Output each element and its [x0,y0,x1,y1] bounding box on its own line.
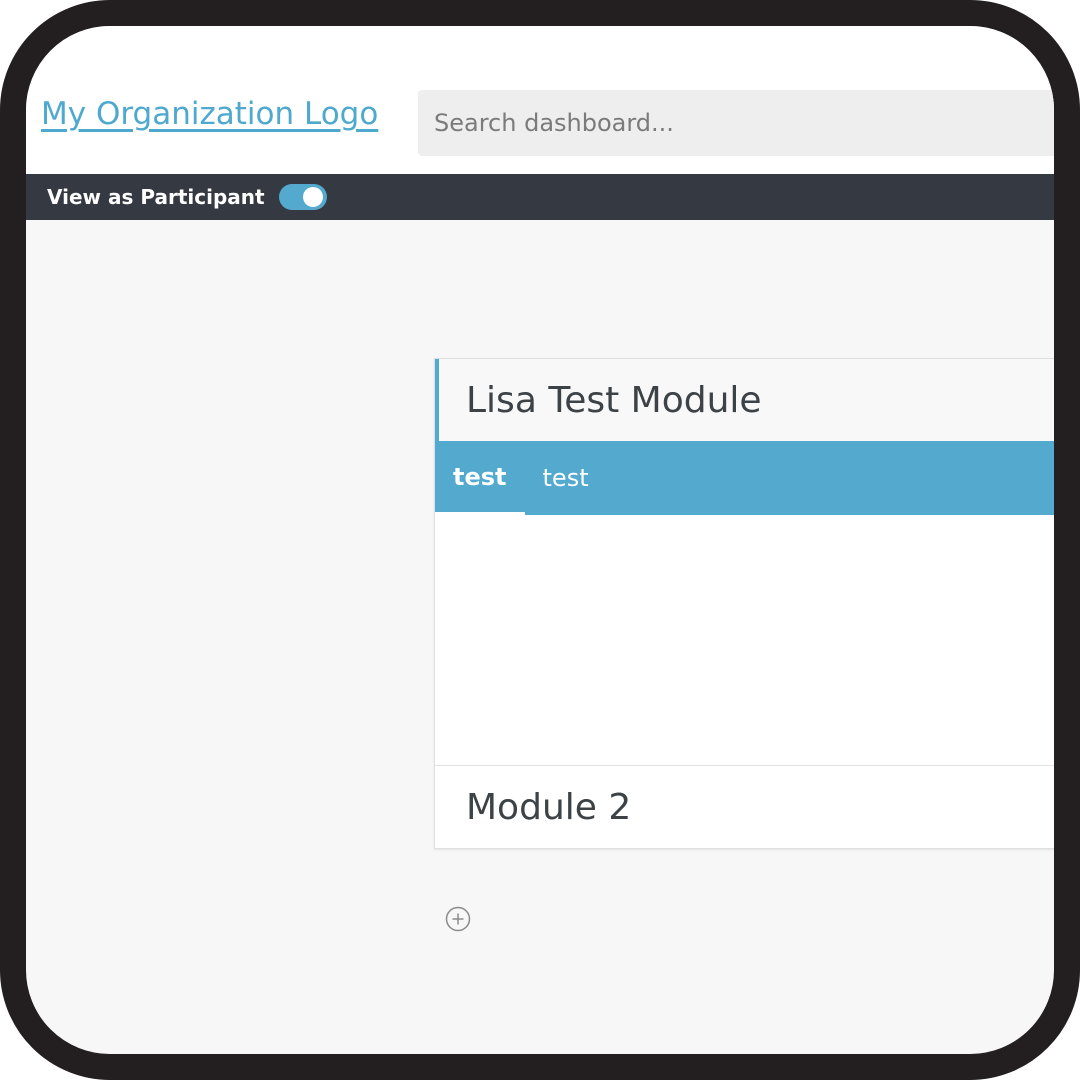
module-title: Module 2 [466,786,632,828]
add-module-button[interactable] [445,906,471,932]
tab-test-active[interactable]: test [435,441,525,515]
organization-logo-link[interactable]: My Organization Logo [41,96,378,132]
toggle-knob [302,187,323,207]
module-header-module-2[interactable]: Module 2 [435,766,1054,848]
view-as-participant-label: View as Participant [47,185,265,209]
top-header: My Organization Logo [26,26,1054,174]
modules-panel: Lisa Test Module test test Module 2 [434,358,1054,849]
module-tab-bar: test test [435,441,1054,515]
admin-bar: View as Participant [26,174,1054,220]
module-title: Lisa Test Module [466,379,762,421]
tab-test[interactable]: test [525,441,607,515]
device-frame: My Organization Logo View as Participant… [0,0,1080,1080]
search-input[interactable] [418,90,1054,156]
module-header-lisa-test[interactable]: Lisa Test Module [435,359,1054,441]
tab-content-area [435,515,1054,766]
plus-circle-icon [445,906,471,932]
view-as-participant-toggle[interactable] [278,184,327,210]
